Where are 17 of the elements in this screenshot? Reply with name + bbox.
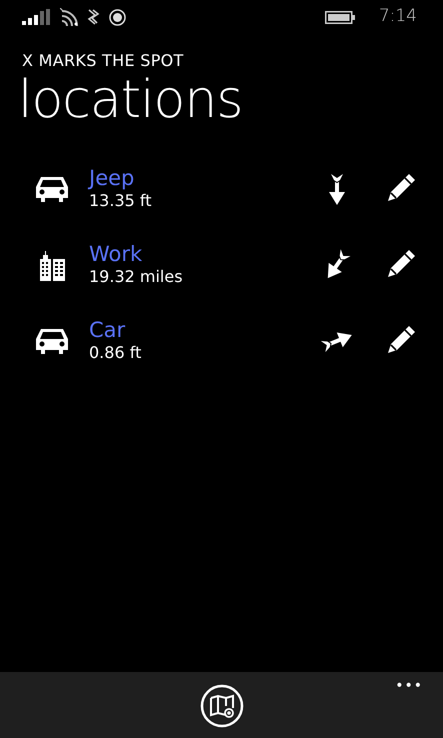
distance-text: 19.32 miles — [89, 266, 184, 288]
distance-text: 0.86 ft — [89, 342, 142, 364]
app-title: X MARKS THE SPOT — [22, 50, 185, 72]
clock-time: 7:14 — [378, 5, 417, 28]
location-name[interactable]: Jeep — [89, 167, 317, 191]
location-name[interactable]: Work — [89, 243, 317, 267]
distance-text: 13.35 ft — [89, 190, 153, 212]
map-button[interactable] — [200, 684, 244, 728]
more-button[interactable]: ••• — [395, 676, 423, 697]
signal-icon — [22, 9, 50, 25]
car-icon — [34, 175, 70, 204]
car-icon — [34, 327, 70, 356]
battery-icon — [324, 10, 355, 24]
location-icon — [109, 8, 126, 26]
wifi-icon — [60, 8, 78, 26]
page-title: locations — [18, 69, 244, 132]
location-name[interactable]: Car — [89, 319, 317, 343]
